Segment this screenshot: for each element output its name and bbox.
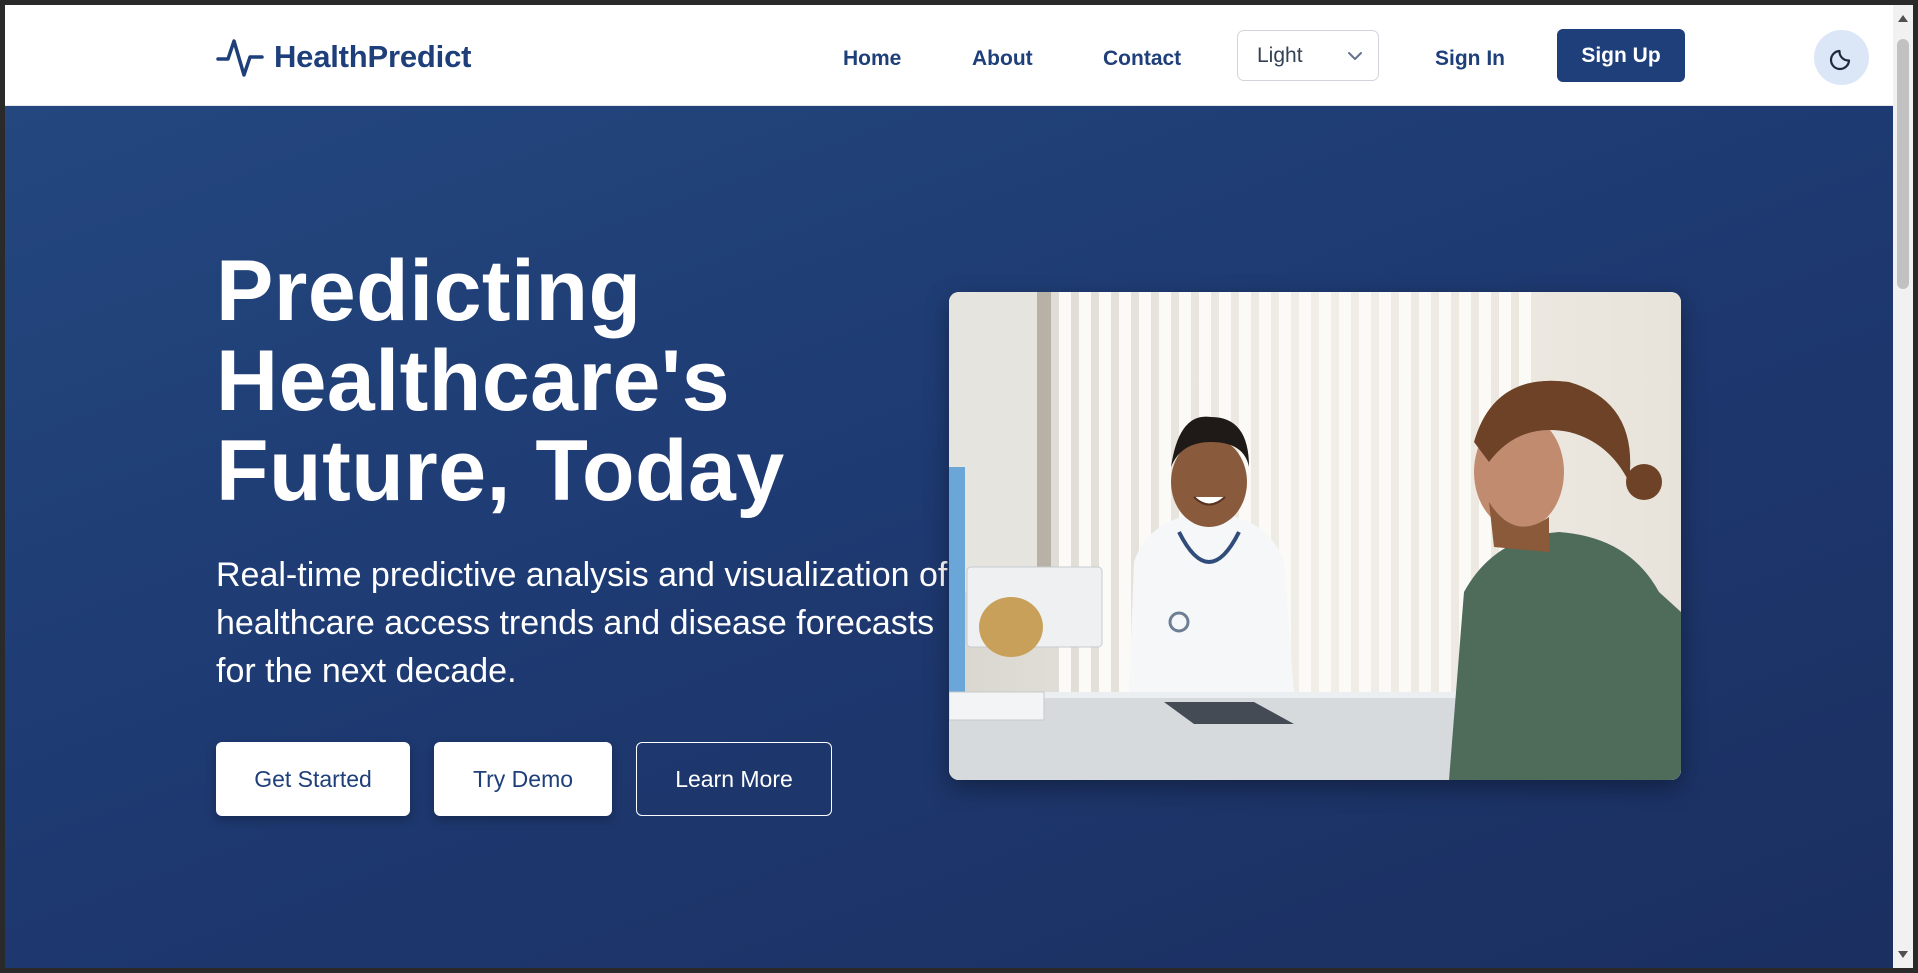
scroll-up-arrow-icon[interactable] [1897,13,1909,25]
hero-subtitle: Real-time predictive analysis and visual… [216,556,948,690]
theme-select-value: Light [1257,43,1303,67]
navbar: HealthPredict Home About Contact Light S… [5,5,1893,106]
browser-window: HealthPredict Home About Contact Light S… [5,5,1893,968]
page-scrollbar[interactable] [1893,5,1913,968]
sign-up-button[interactable]: Sign Up [1557,29,1685,82]
chevron-down-icon [1348,52,1362,60]
hero-title-line: Future, Today [216,423,785,519]
hero-title-line: Healthcare's [216,333,731,429]
moon-icon [1829,49,1850,70]
dark-mode-toggle[interactable] [1814,30,1869,85]
hero-section: Predicting Healthcare's Future, Today Re… [5,106,1893,968]
doctor-consultation-photo [949,292,1681,780]
pulse-icon [216,39,264,77]
nav-link-contact[interactable]: Contact [1103,47,1181,71]
hero-title: Predicting Healthcare's Future, Today [216,246,976,516]
scroll-down-arrow-icon[interactable] [1897,948,1909,960]
nav-link-about[interactable]: About [972,47,1033,71]
get-started-button[interactable]: Get Started [216,742,410,816]
learn-more-button[interactable]: Learn More [636,742,832,816]
theme-select[interactable]: Light [1237,30,1379,81]
hero-title-line: Predicting [216,243,642,339]
scroll-thumb[interactable] [1897,39,1909,289]
nav-link-home[interactable]: Home [843,47,901,71]
sign-in-link[interactable]: Sign In [1435,47,1505,71]
try-demo-button[interactable]: Try Demo [434,742,612,816]
brand-name: HealthPredict [274,39,472,74]
brand-logo[interactable]: HealthPredict [216,35,471,79]
